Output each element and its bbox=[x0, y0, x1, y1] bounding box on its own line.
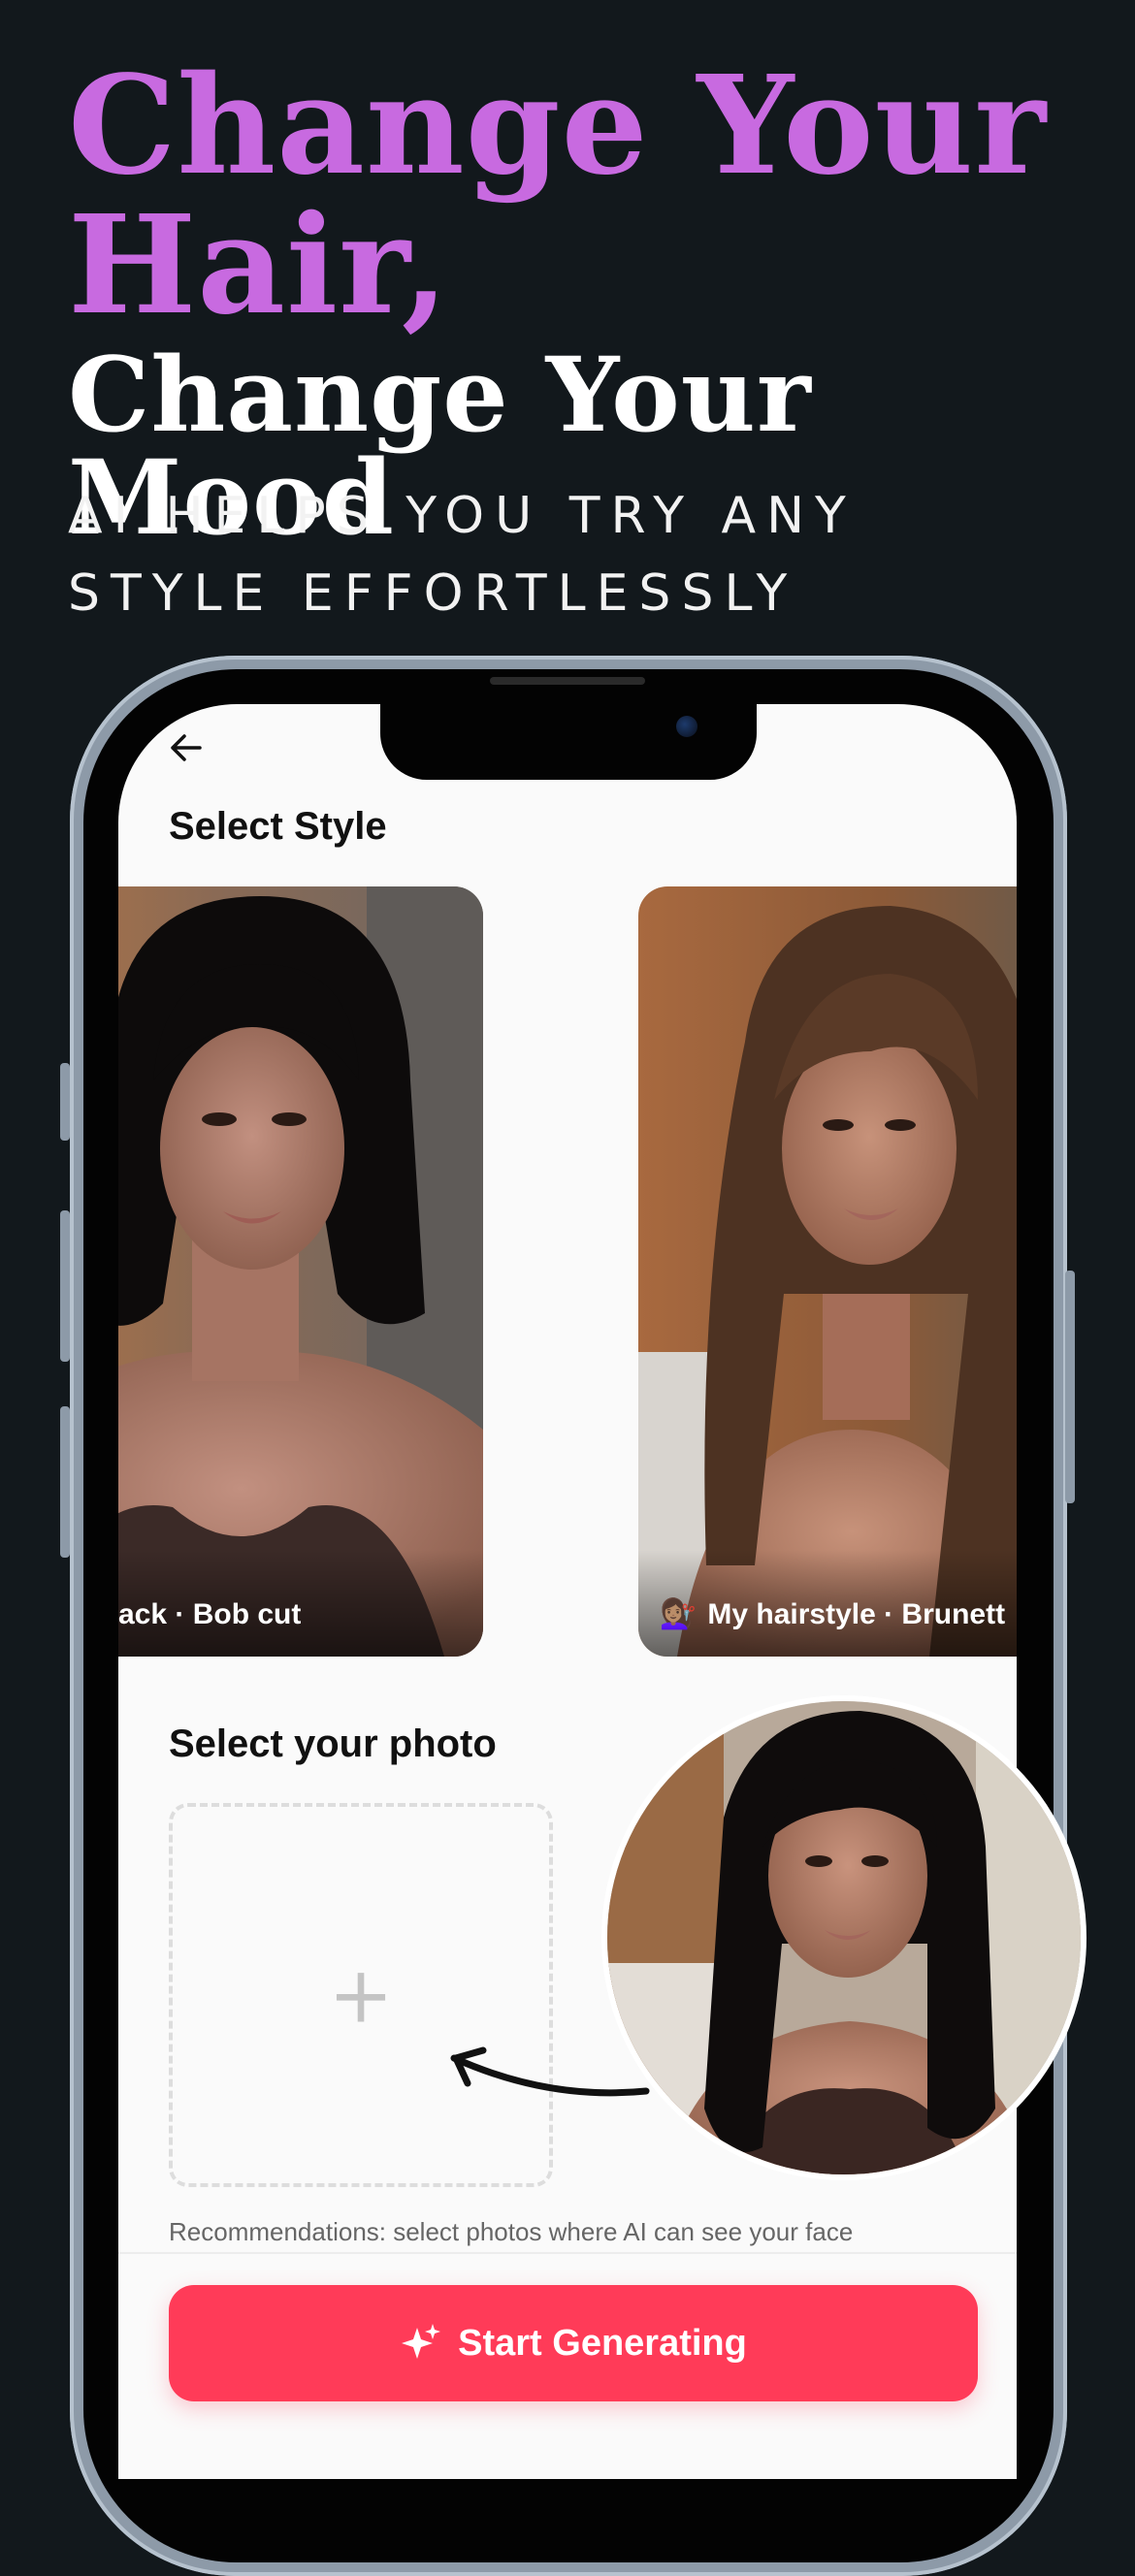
front-camera bbox=[676, 716, 697, 737]
headline: Change Your Hair, Change Your Mood bbox=[68, 58, 1096, 549]
phone-speaker bbox=[490, 677, 645, 685]
style-card[interactable]: 💇🏽‍♀️ My hairstyle · Brunett bbox=[638, 886, 1017, 1657]
app-screen: Select Style bbox=[118, 704, 1017, 2479]
phone-notch bbox=[380, 704, 757, 780]
recommendation-text: Recommendations: select photos where AI … bbox=[169, 2217, 854, 2246]
start-generating-label: Start Generating bbox=[458, 2322, 747, 2364]
phone-side-button bbox=[60, 1063, 70, 1141]
style-label-text: My hairstyle · Brunett bbox=[707, 1598, 1006, 1630]
arrow-left-icon[interactable] bbox=[167, 728, 206, 767]
headline-line-1: Change Your bbox=[68, 47, 1048, 206]
style-card-label: 💇🏽‍♀️ My hairstyle · Brunett bbox=[638, 1550, 1017, 1657]
sample-user-photo bbox=[607, 1701, 1081, 2174]
start-generating-button[interactable]: Start Generating bbox=[169, 2285, 978, 2401]
sparkle-icon bbox=[402, 2324, 441, 2359]
subtitle: AI HELPS YOU TRY ANY STYLE EFFORTLESSLY bbox=[68, 487, 857, 623]
select-style-title: Select Style bbox=[169, 805, 387, 848]
style-card-label: ack · Bob cut bbox=[118, 1550, 483, 1657]
style-photo-bob-cut bbox=[118, 886, 483, 1657]
style-photo-brunette bbox=[638, 886, 1017, 1657]
phone-power-button bbox=[1065, 1271, 1075, 1503]
style-card[interactable]: ack · Bob cut bbox=[118, 886, 483, 1657]
user-photo-avatar bbox=[601, 1695, 1086, 2180]
plus-icon: + bbox=[328, 1949, 394, 2041]
phone-volume-down bbox=[60, 1406, 70, 1558]
photo-upload-box[interactable]: + bbox=[169, 1803, 553, 2187]
select-photo-title: Select your photo bbox=[169, 1723, 497, 1765]
phone-volume-up bbox=[60, 1210, 70, 1362]
headline-line-2: Hair, bbox=[68, 186, 450, 345]
style-emoji: 💇🏽‍♀️ bbox=[660, 1598, 697, 1630]
style-label-text: ack · Bob cut bbox=[118, 1598, 302, 1630]
